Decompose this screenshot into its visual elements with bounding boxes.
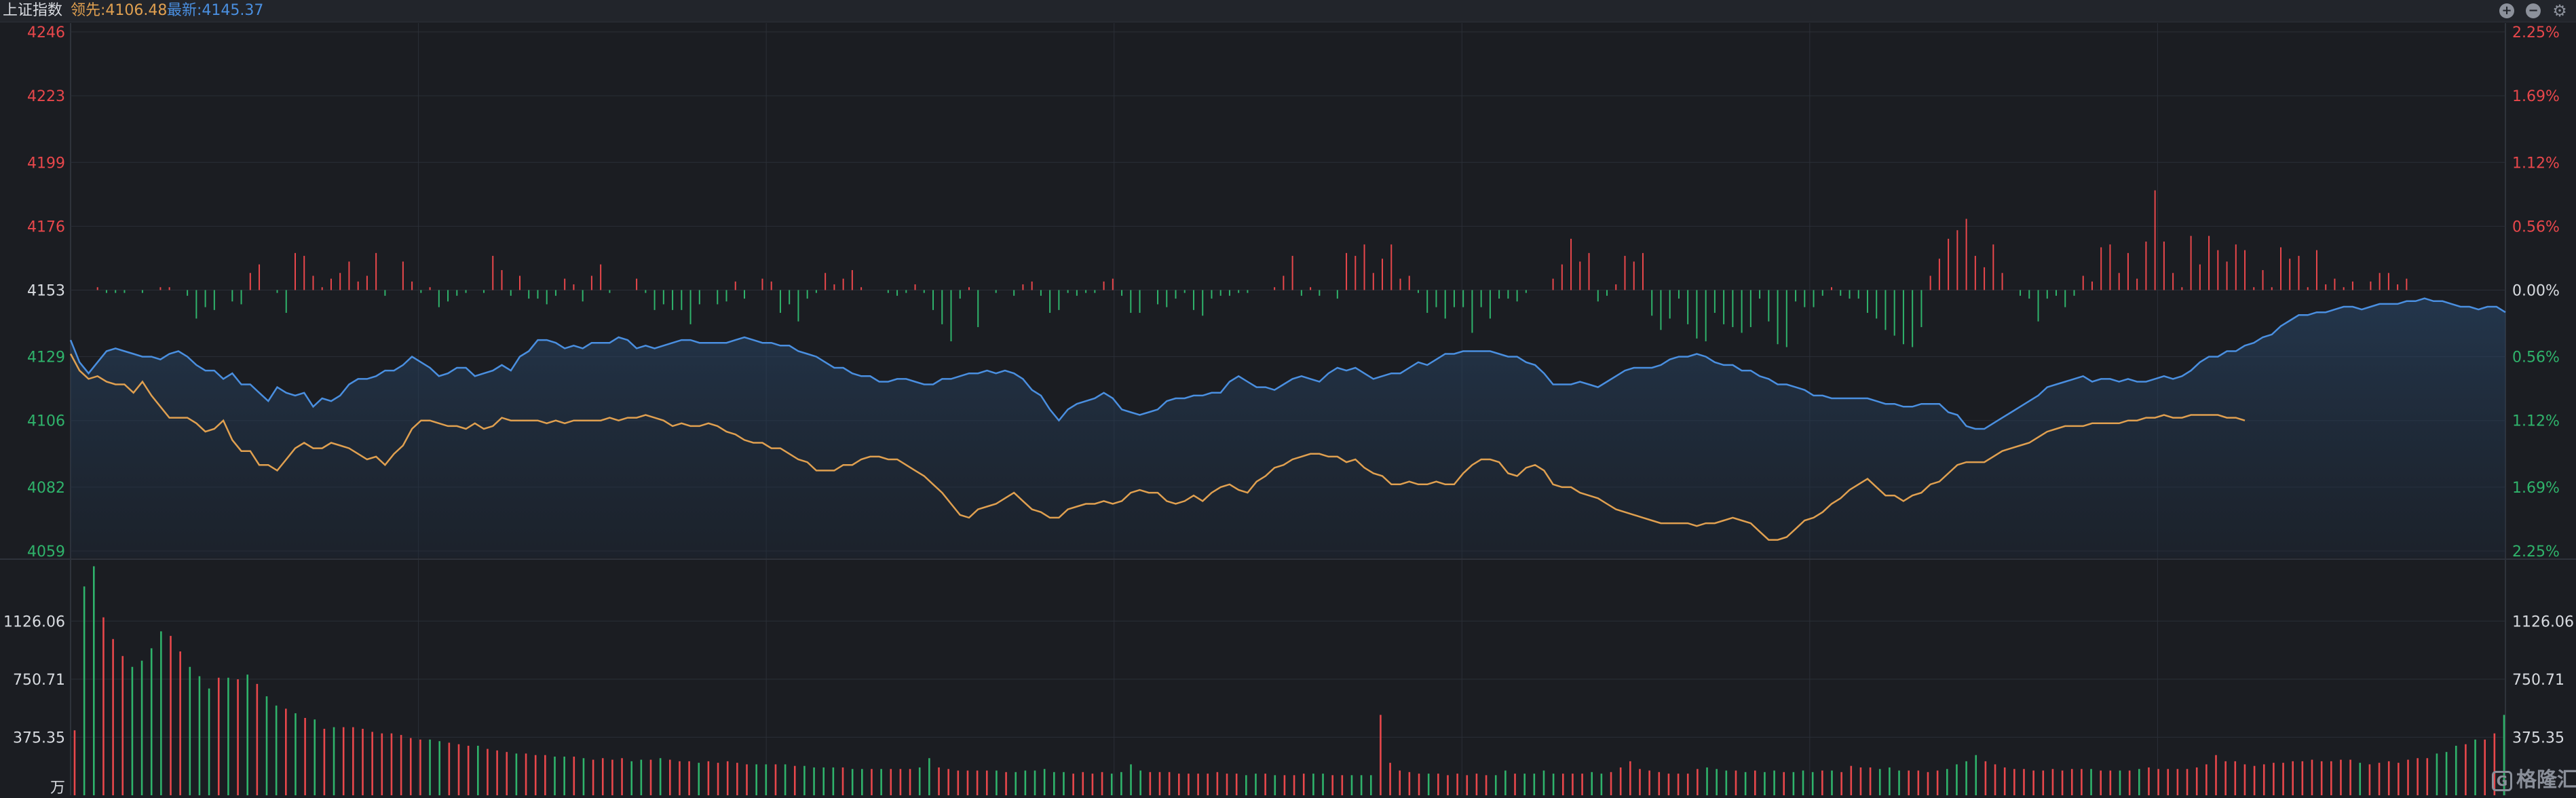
y-tick-right: 0.56% bbox=[2512, 218, 2560, 235]
watermark-text: 格隆汇 bbox=[2516, 768, 2576, 792]
y-tick-right: 2.25% bbox=[2512, 544, 2560, 560]
y-tick-left: 4223 bbox=[27, 88, 65, 105]
y-tick-left: 4059 bbox=[27, 544, 65, 560]
y-tick-left: 4176 bbox=[27, 218, 65, 235]
y-tick-right: 1.69% bbox=[2512, 480, 2560, 497]
volume-bars bbox=[73, 566, 2505, 795]
watermark: G 格隆汇 bbox=[2492, 767, 2576, 794]
y-tick-left: 4129 bbox=[27, 349, 65, 366]
volume-tick-left: 750.71 bbox=[13, 672, 65, 689]
y-tick-right: 0.00% bbox=[2512, 282, 2560, 299]
y-tick-left: 4199 bbox=[27, 155, 65, 172]
logo-icon: G bbox=[2492, 770, 2512, 791]
y-tick-left: 4246 bbox=[27, 24, 65, 41]
volume-tick-left: 375.35 bbox=[13, 729, 65, 746]
volume-tick-right: 1126.06 bbox=[2512, 613, 2574, 630]
y-tick-right: 2.25% bbox=[2512, 24, 2560, 41]
y-tick-left: 4106 bbox=[27, 413, 65, 430]
volume-tick-right: 375.35 bbox=[2512, 729, 2564, 746]
y-tick-right: 1.12% bbox=[2512, 155, 2560, 172]
y-tick-right: 1.69% bbox=[2512, 88, 2560, 105]
intraday-chart: 4246 2.25% 4223 1.69% 4199 1.12% 4176 0.56% 4153… bbox=[0, 23, 2576, 797]
volume-unit-label: 万 bbox=[50, 780, 65, 797]
price-area-fill bbox=[71, 298, 2505, 558]
y-tick-right: 0.56% bbox=[2512, 349, 2560, 366]
y-tick-left: 4153 bbox=[27, 282, 65, 299]
y-tick-right: 1.12% bbox=[2512, 413, 2560, 430]
volume-tick-right: 750.71 bbox=[2512, 672, 2564, 689]
y-tick-left: 4082 bbox=[27, 480, 65, 497]
volume-tick-left: 1126.06 bbox=[3, 613, 65, 630]
price-diff-bars bbox=[96, 190, 2408, 347]
